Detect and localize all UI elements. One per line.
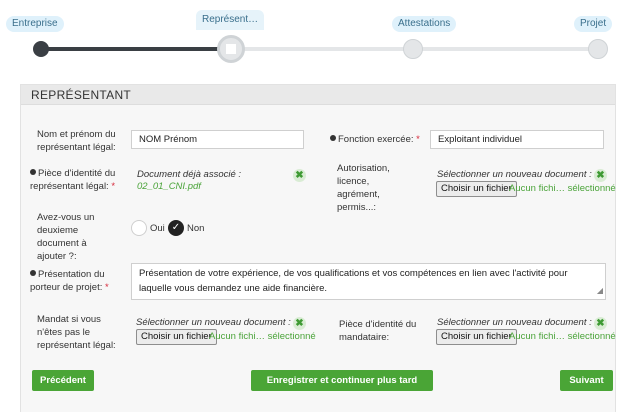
radio-non-checked[interactable]: ✓ — [168, 220, 184, 236]
step-label-entreprise[interactable]: Entreprise — [6, 16, 64, 32]
radio-oui[interactable] — [131, 220, 147, 236]
presentation-label: Présentation du porteur de projet: * — [30, 269, 109, 293]
mandataire-no-file-text: Aucun fichi… sélectionné — [509, 331, 616, 342]
step-dot-entreprise[interactable] — [33, 41, 49, 57]
resize-handle-icon[interactable]: ◢ — [597, 283, 603, 298]
radio-oui-label: Oui — [150, 223, 165, 234]
document-associe-text: Document déjà associé : — [137, 169, 242, 180]
cni-file-link[interactable]: 02_01_CNI.pdf — [137, 181, 201, 192]
info-icon — [30, 270, 36, 276]
mandat-prompt: Sélectionner un nouveau document : — [136, 317, 291, 328]
step-dot-attestations[interactable] — [403, 39, 423, 59]
checkmark-icon: ✓ — [171, 222, 181, 233]
mandataire-choose-file-button[interactable]: Choisir un fichier — [436, 329, 517, 345]
current-step-marker — [226, 44, 236, 54]
info-icon — [30, 169, 36, 175]
autorisation-prompt: Sélectionner un nouveau document : — [437, 169, 592, 180]
section-title: REPRÉSENTANT — [21, 85, 615, 105]
step-dot-projet[interactable] — [588, 39, 608, 59]
nom-input[interactable]: NOM Prénom — [131, 130, 304, 149]
save-later-button[interactable]: Enregistrer et continuer plus tard — [251, 370, 433, 391]
step-label-representant[interactable]: Représent… — [196, 10, 265, 30]
previous-button[interactable]: Précédent — [32, 370, 94, 391]
nom-label: Nom et prénom du représentant légal: — [37, 129, 116, 153]
info-icon — [330, 135, 336, 141]
presentation-textarea[interactable]: Présentation de votre expérience, de vos… — [131, 263, 606, 300]
mandat-choose-file-button[interactable]: Choisir un fichier — [136, 329, 217, 345]
presentation-text: Présentation de votre expérience, de vos… — [139, 268, 568, 294]
fonction-input[interactable]: Exploitant individuel — [430, 130, 604, 149]
deuxieme-document-label: Avez-vous un deuxieme document à ajouter… — [37, 212, 95, 262]
mandat-no-file-text: Aucun fichi… sélectionné — [209, 331, 316, 342]
mandat-label: Mandat si vous n'êtes pas le représentan… — [37, 314, 116, 351]
piece-identite-label: Pièce d'identité du représentant légal: … — [30, 168, 116, 192]
step-dot-representant[interactable] — [217, 35, 245, 63]
autorisation-label: Autorisation, licence, agrément, permis.… — [337, 163, 390, 213]
choose-file-button[interactable]: Choisir un fichier — [436, 181, 517, 197]
remove-document-icon[interactable]: ✖ — [293, 169, 306, 182]
mandataire-label: Pièce d'identité du mandataire: — [339, 319, 417, 343]
stepper-track-completed — [40, 47, 230, 51]
no-file-text: Aucun fichi… sélectionné — [509, 183, 616, 194]
next-button[interactable]: Suivant — [560, 370, 613, 391]
radio-non-label: Non — [187, 223, 205, 234]
progress-stepper: Entreprise Représent… Attestations Proje… — [0, 0, 623, 72]
step-label-attestations[interactable]: Attestations — [392, 16, 457, 32]
fonction-label: Fonction exercée: * — [330, 133, 420, 146]
mandataire-prompt: Sélectionner un nouveau document : — [437, 317, 592, 328]
step-label-projet[interactable]: Projet — [574, 16, 613, 32]
